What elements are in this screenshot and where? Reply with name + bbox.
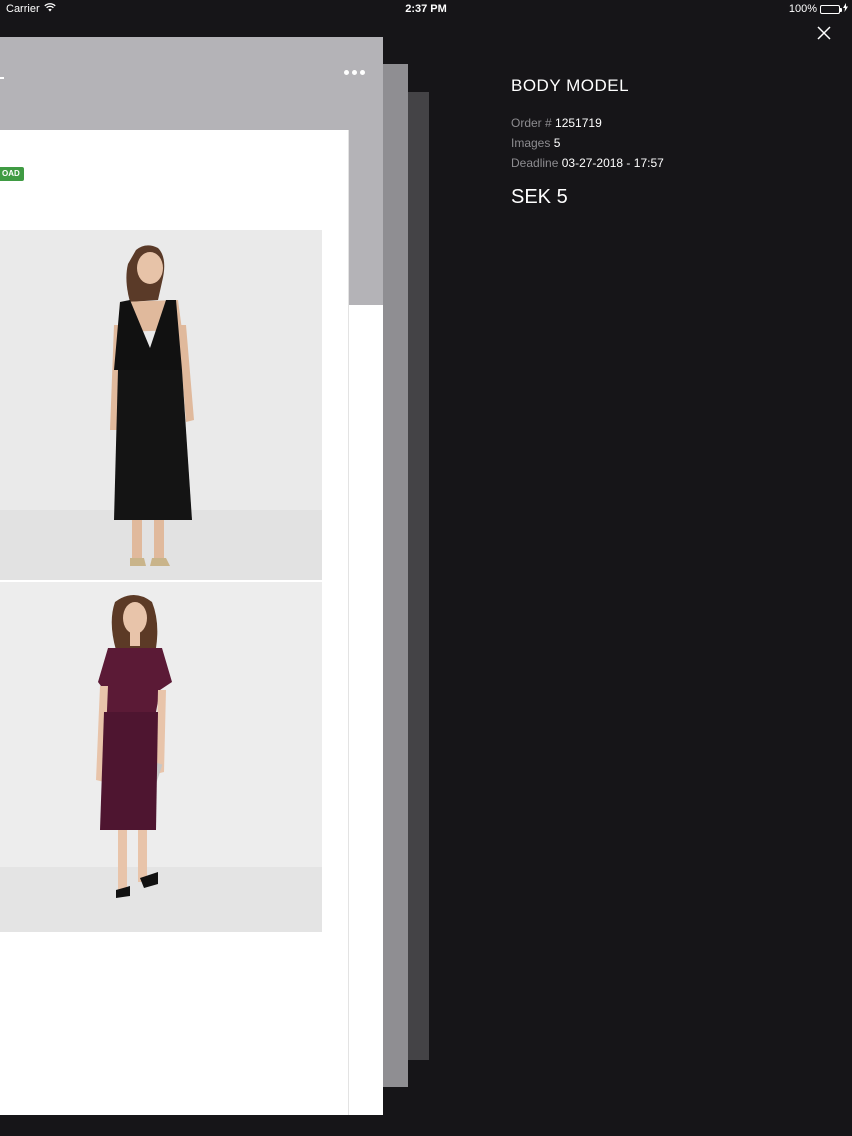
back-arrow-icon[interactable] bbox=[0, 77, 4, 79]
order-details: Order # 1251719 Images 5 Deadline 03-27-… bbox=[511, 116, 831, 172]
dot bbox=[352, 70, 357, 75]
close-icon[interactable] bbox=[816, 25, 832, 41]
product-photo-1[interactable] bbox=[0, 230, 322, 580]
photo-model-black bbox=[0, 230, 322, 580]
order-number-label: Order # bbox=[511, 116, 552, 130]
product-photo-2[interactable] bbox=[0, 582, 322, 932]
charging-bolt-icon bbox=[843, 3, 848, 15]
order-title: BODY MODEL bbox=[511, 76, 630, 95]
card-content: OAD bbox=[0, 130, 349, 1115]
deadline-value: 03-27-2018 - 17:57 bbox=[561, 156, 664, 170]
order-price: SEK 5 bbox=[511, 186, 568, 208]
images-value: 5 bbox=[553, 136, 561, 150]
order-number-row: Order # 1251719 bbox=[511, 116, 831, 132]
images-row: Images 5 bbox=[511, 136, 831, 152]
battery-percent: 100% bbox=[788, 3, 817, 15]
images-label: Images bbox=[511, 136, 551, 150]
order-card[interactable]: OAD bbox=[0, 37, 383, 1115]
status-badge: OAD bbox=[0, 167, 24, 181]
deadline-label: Deadline bbox=[511, 156, 559, 170]
order-info-panel: BODY MODEL Order # 1251719 Images 5 Dead… bbox=[511, 76, 831, 209]
status-time: 2:37 PM bbox=[405, 3, 447, 15]
status-right: 100% bbox=[789, 3, 848, 15]
dot bbox=[344, 70, 349, 75]
order-detail-screen: Carrier 2:37 PM 100% OAD BODY MODEL Orde… bbox=[0, 0, 852, 1136]
more-dots-icon[interactable] bbox=[344, 70, 365, 75]
deadline-row: Deadline 03-27-2018 - 17:57 bbox=[511, 156, 831, 172]
dot bbox=[360, 70, 365, 75]
battery-tip bbox=[840, 7, 842, 12]
battery-icon bbox=[820, 4, 842, 14]
order-number-value: 1251719 bbox=[555, 116, 602, 130]
status-bar: Carrier 2:37 PM 100% bbox=[0, 0, 852, 18]
photo-model-burgundy bbox=[0, 582, 322, 932]
